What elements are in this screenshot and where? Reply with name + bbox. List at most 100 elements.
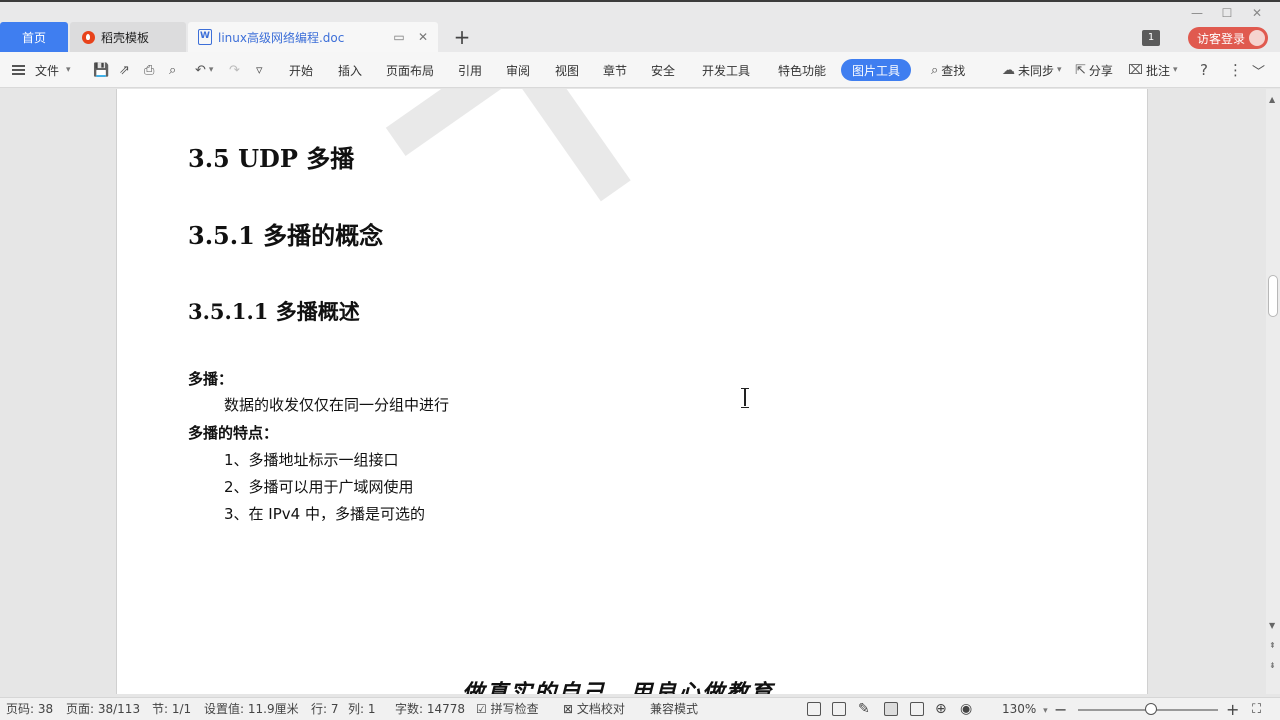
tab-home[interactable]: 首页 — [0, 22, 68, 52]
feature-item-3: 3、在 IPv4 中，多播是可选的 — [224, 505, 425, 523]
scroll-thumb[interactable] — [1268, 275, 1278, 317]
share-icon: ⇱ — [1075, 62, 1086, 78]
fullscreen-icon[interactable] — [807, 702, 821, 716]
tab-templates[interactable]: 稻壳模板 — [70, 22, 186, 52]
undo-icon[interactable]: ↶ ▾ — [195, 52, 213, 88]
notification-badge[interactable]: 1 — [1142, 30, 1160, 46]
share-button[interactable]: ⇱ 分享 — [1075, 52, 1113, 88]
heading-subsubsection: 3.5.1.1 多播概述 — [188, 299, 360, 324]
status-page[interactable]: 页面: 38/113 — [66, 698, 140, 720]
status-section[interactable]: 节: 1/1 — [152, 698, 191, 720]
scroll-up-icon[interactable]: ▲ — [1269, 95, 1275, 104]
tab-review[interactable]: 审阅 — [506, 52, 530, 88]
spell-check-label: 拼写检查 — [490, 702, 539, 716]
search-label: 查找 — [941, 63, 966, 78]
sync-button[interactable]: ☁ 未同步 ▾ — [1002, 52, 1062, 88]
tab-document[interactable]: W linux高级网络编程.doc ▭ ✕ — [188, 22, 438, 52]
share-label: 分享 — [1088, 63, 1113, 78]
document-page[interactable]: 千锋 3.5 UDP 多播 3.5.1 多播的概念 3.5.1.1 多播概述 多… — [116, 89, 1148, 694]
fit-window-icon[interactable]: ⛶ — [1252, 698, 1261, 720]
minimize-icon[interactable]: — — [1190, 6, 1204, 20]
chevron-down-icon: ▾ — [1057, 65, 1062, 75]
customize-toolbar-icon[interactable]: ▿ — [256, 52, 263, 88]
vertical-scrollbar[interactable]: ▲ ▼ ⇞ ⇟ — [1266, 89, 1280, 694]
zoom-out-icon[interactable]: − — [1054, 698, 1067, 720]
tab-view[interactable]: 视图 — [555, 52, 579, 88]
page-view-icon[interactable] — [884, 702, 898, 716]
comment-button[interactable]: ⌧ 批注 ▾ — [1128, 52, 1178, 88]
status-bar: 页码: 38 页面: 38/113 节: 1/1 设置值: 11.9厘米 行: … — [0, 697, 1280, 720]
zoom-slider-thumb[interactable] — [1145, 703, 1157, 715]
tab-home-label: 首页 — [21, 30, 46, 45]
status-row: 行: 7 — [311, 702, 339, 716]
tab-picture-tools[interactable]: 图片工具 — [841, 59, 912, 81]
status-setting[interactable]: 设置值: 11.9厘米 — [204, 698, 299, 720]
sync-label: 未同步 — [1018, 63, 1055, 78]
status-page-code[interactable]: 页码: 38 — [6, 698, 53, 720]
tab-insert[interactable]: 插入 — [338, 52, 362, 88]
label-multicast: 多播： — [188, 370, 234, 388]
status-word-count[interactable]: 字数: 14778 — [395, 698, 465, 720]
doc-proof-icon: ⊠ — [563, 702, 574, 716]
tab-chapter[interactable]: 章节 — [603, 52, 627, 88]
spell-check-icon: ☑ — [476, 702, 487, 716]
tab-references[interactable]: 引用 — [458, 52, 482, 88]
edit-pen-icon[interactable]: ✎ — [858, 698, 870, 720]
tab-security[interactable]: 安全 — [651, 52, 675, 88]
redo-icon[interactable]: ↷ — [229, 52, 240, 88]
zoom-in-icon[interactable]: + — [1226, 698, 1239, 720]
heading-subsection: 3.5.1 多播的概念 — [188, 221, 384, 250]
tab-pin-icon[interactable]: ▭ — [392, 30, 406, 44]
next-page-icon[interactable]: ⇟ — [1269, 661, 1276, 670]
save-icon[interactable]: 💾 — [93, 52, 109, 88]
close-window-icon[interactable]: ✕ — [1250, 6, 1264, 20]
word-doc-icon: W — [198, 29, 212, 45]
window-controls: — ☐ ✕ — [1190, 6, 1264, 20]
menu-icon — [12, 65, 25, 75]
status-compat-mode: 兼容模式 — [650, 702, 699, 716]
chevron-down-icon: ▾ — [1043, 706, 1048, 716]
feature-item-2: 2、多播可以用于广域网使用 — [224, 478, 414, 496]
visitor-login-label: 访客登录 — [1197, 31, 1246, 46]
file-menu[interactable]: 文件 ▾ — [12, 52, 71, 88]
tab-special-features[interactable]: 特色功能 — [778, 52, 826, 88]
new-tab-button[interactable]: + — [452, 26, 472, 48]
zoom-level-value: 130% — [1002, 702, 1037, 716]
print-icon[interactable]: ⎙ — [144, 52, 154, 88]
outline-view-icon[interactable] — [910, 702, 924, 716]
feature-item-1: 1、多播地址标示一组接口 — [224, 451, 399, 469]
docer-logo-icon — [82, 30, 95, 44]
doc-proof-button[interactable]: ⊠ 文档校对 — [563, 698, 625, 720]
comment-label: 批注 — [1145, 63, 1170, 78]
search-button[interactable]: ⌕ 查找 — [931, 52, 965, 88]
chevron-down-icon: ▾ — [1173, 65, 1178, 75]
help-icon[interactable]: ? — [1200, 52, 1208, 88]
document-area[interactable]: 千锋 3.5 UDP 多播 3.5.1 多播的概念 3.5.1.1 多播概述 多… — [0, 89, 1280, 694]
tab-document-label: linux高级网络编程.doc — [218, 30, 345, 45]
prev-page-icon[interactable]: ⇞ — [1269, 641, 1276, 650]
eye-protection-icon[interactable]: ◉ — [960, 698, 972, 720]
tab-start[interactable]: 开始 — [289, 52, 313, 88]
visitor-login-button[interactable]: 访客登录 — [1188, 27, 1268, 49]
reading-mode-icon[interactable] — [832, 702, 846, 716]
avatar — [1249, 30, 1265, 46]
spell-check-button[interactable]: ☑ 拼写检查 — [476, 698, 539, 720]
scroll-down-icon[interactable]: ▼ — [1269, 621, 1275, 630]
print-preview-icon[interactable]: ⌕ — [169, 52, 176, 88]
zoom-level[interactable]: 130% ▾ — [1002, 698, 1048, 720]
tab-close-icon[interactable]: ✕ — [416, 30, 430, 44]
tab-page-layout[interactable]: 页面布局 — [386, 52, 434, 88]
chevron-down-icon: ▾ — [66, 65, 71, 75]
collapse-ribbon-icon[interactable]: ﹀ — [1252, 52, 1265, 88]
tab-developer[interactable]: 开发工具 — [702, 52, 750, 88]
heading-section: 3.5 UDP 多播 — [188, 144, 355, 173]
ribbon-toolbar: 文件 ▾ 💾 ⇗ ⎙ ⌕ ↶ ▾ ↷ ▿ 开始 插入 页面布局 引用 审阅 视图 … — [0, 52, 1280, 88]
web-view-icon[interactable]: ⊕ — [935, 698, 947, 720]
page-footer-slogan: 做真实的自己，用良心做教育 — [462, 680, 775, 694]
more-options-icon[interactable]: ⋮ — [1228, 52, 1243, 88]
maximize-icon[interactable]: ☐ — [1220, 6, 1234, 20]
tab-templates-label: 稻壳模板 — [101, 30, 150, 45]
export-icon[interactable]: ⇗ — [119, 52, 130, 88]
doc-proof-label: 文档校对 — [576, 702, 625, 716]
desc-multicast: 数据的收发仅仅在同一分组中进行 — [224, 396, 450, 414]
